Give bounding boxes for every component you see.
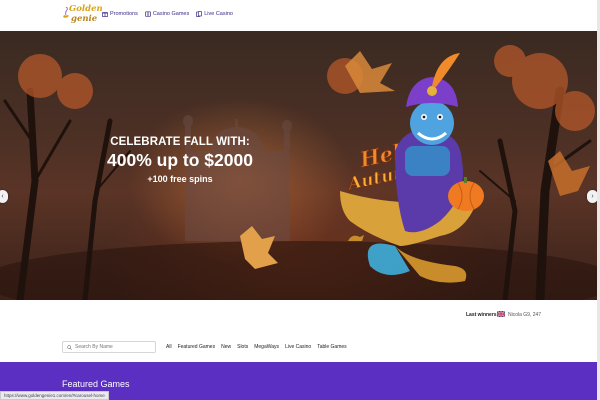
small-lamp	[348, 235, 364, 241]
carousel-next-button[interactable]: ›	[587, 190, 597, 203]
nav-live-casino[interactable]: Live Casino	[196, 11, 233, 17]
game-filter-bar: All Featured Games New Slots MegaWays Li…	[0, 330, 597, 362]
slot-icon	[144, 11, 151, 17]
chevron-left-icon: ‹	[1, 193, 4, 200]
logo-text-line1: Golden	[69, 4, 103, 14]
search-input[interactable]	[75, 344, 155, 350]
uk-flag-icon	[497, 311, 505, 317]
search-icon	[67, 344, 72, 350]
hero-background: Hello Autumn	[0, 45, 597, 300]
tab-megaways[interactable]: MegaWays	[254, 344, 279, 350]
tab-featured-games[interactable]: Featured Games	[178, 344, 216, 350]
autumn-foliage	[18, 45, 595, 131]
tab-table-games[interactable]: Table Games	[317, 344, 346, 350]
promo-bonus: 400% up to $2000	[107, 150, 253, 170]
nav-casino-games-label: Casino Games	[152, 11, 190, 17]
brand-logo[interactable]: Golden genie	[62, 3, 103, 28]
status-url: https://www.goldengenie1.com/en/#carouse…	[4, 393, 105, 398]
nav-casino-games[interactable]: Casino Games	[144, 11, 190, 17]
search-box[interactable]	[62, 341, 156, 353]
last-winners-bar: Last winners: Nicola G9, 247	[0, 300, 597, 330]
chevron-right-icon: ›	[591, 193, 594, 200]
tab-new[interactable]: New	[221, 344, 231, 350]
promo-text: CELEBRATE FALL WITH: 400% up to $2000 +1…	[100, 136, 260, 184]
link-status-bar: https://www.goldengenie1.com/en/#carouse…	[0, 391, 109, 400]
nav-promotions[interactable]: Promotions	[102, 11, 138, 17]
last-winner-entry[interactable]: Nicola G9, 247	[508, 312, 541, 318]
promo-headline: CELEBRATE FALL WITH:	[110, 136, 250, 148]
top-navbar: Golden genie Promotions Casino Games Liv…	[0, 0, 597, 31]
category-tabs: All Featured Games New Slots MegaWays Li…	[166, 344, 347, 350]
main-nav: Promotions Casino Games Live Casino	[102, 11, 233, 17]
cards-icon	[196, 11, 203, 17]
featured-games-title: Featured Games	[62, 379, 130, 389]
hero-carousel[interactable]: Hello Autumn CELEBRATE FALL WITH: 400% u…	[0, 31, 597, 300]
last-winners-label: Last winners:	[466, 312, 499, 318]
tab-all[interactable]: All	[166, 344, 172, 350]
logo-text-line2: genie	[71, 14, 98, 24]
promo-spins: +100 free spins	[147, 174, 213, 184]
gift-icon	[102, 12, 108, 17]
tab-slots[interactable]: Slots	[237, 344, 248, 350]
nav-live-casino-label: Live Casino	[204, 11, 233, 17]
nav-promotions-label: Promotions	[110, 11, 138, 17]
tab-live-casino[interactable]: Live Casino	[285, 344, 311, 350]
